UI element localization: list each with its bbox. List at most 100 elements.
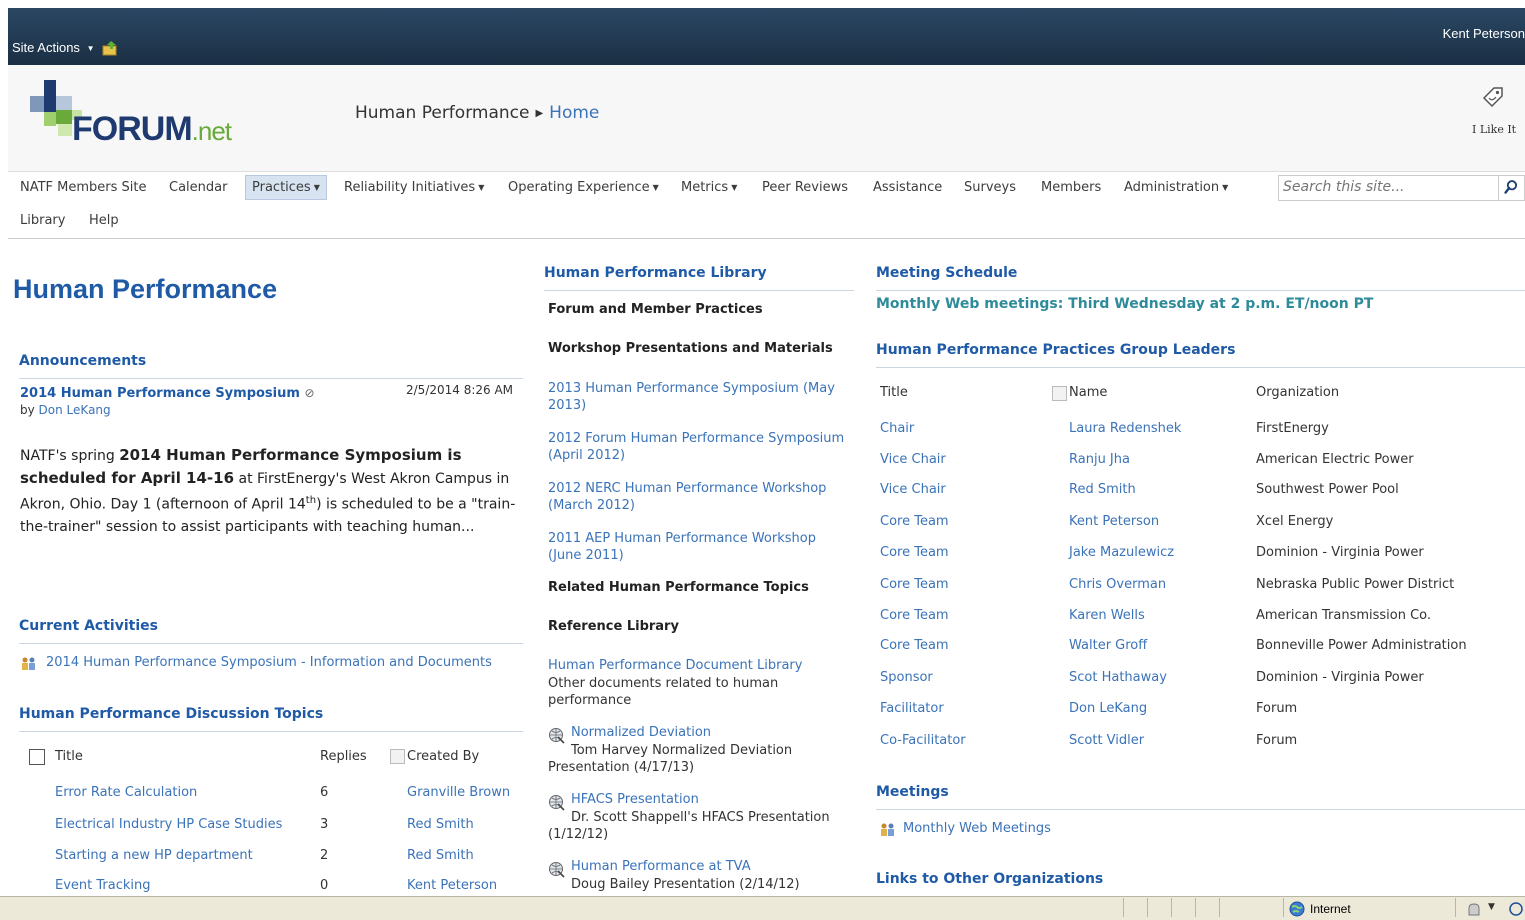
discussion-author[interactable]: Granville Brown: [407, 785, 510, 800]
workshop-link[interactable]: 2012 NERC Human Performance Workshop (Ma…: [548, 480, 848, 514]
workshop-link[interactable]: 2011 AEP Human Performance Workshop (Jun…: [548, 530, 853, 564]
discussion-author[interactable]: Red Smith: [407, 848, 474, 863]
leader-title[interactable]: Co-Facilitator: [880, 733, 966, 748]
nav-item-practices[interactable]: Practices ▼: [245, 175, 327, 200]
announcement-title[interactable]: 2014 Human Performance Symposium ⊘: [20, 386, 315, 401]
protected-mode-icon[interactable]: [1466, 902, 1482, 917]
announcement-author-link[interactable]: Don LeKang: [39, 403, 111, 417]
library-heading[interactable]: Human Performance Library: [544, 265, 767, 281]
links-other-orgs-heading[interactable]: Links to Other Organizations: [876, 871, 1103, 887]
logo-suffix: .net: [191, 116, 232, 146]
column-checkbox[interactable]: [390, 749, 405, 764]
announcement-title-link[interactable]: 2014 Human Performance Symposium: [20, 386, 300, 401]
section-reference-library[interactable]: Reference Library: [548, 619, 679, 634]
zoom-icon[interactable]: [1502, 900, 1525, 918]
nav-item-members[interactable]: Members: [1041, 180, 1101, 195]
column-header-organization[interactable]: Organization: [1256, 385, 1339, 400]
reference-description: Doug Bailey Presentation (2/14/12): [571, 877, 800, 892]
current-activities-heading[interactable]: Current Activities: [19, 618, 158, 634]
search-input[interactable]: [1279, 176, 1497, 198]
column-header-created-by[interactable]: Created By: [407, 749, 479, 764]
workshop-link[interactable]: 2013 Human Performance Symposium (May 20…: [548, 380, 848, 414]
leader-name[interactable]: Scot Hathaway: [1069, 670, 1167, 685]
tag-icon[interactable]: [1480, 84, 1506, 110]
nav-item-administration[interactable]: Administration ▼: [1124, 180, 1228, 195]
leader-name[interactable]: Ranju Jha: [1069, 452, 1130, 467]
document-library-description: Other documents related to human perform…: [548, 676, 779, 708]
navigate-up-icon[interactable]: [102, 40, 120, 56]
leader-title[interactable]: Sponsor: [880, 670, 933, 685]
section-related-topics[interactable]: Related Human Performance Topics: [548, 580, 809, 595]
leader-name[interactable]: Chris Overman: [1069, 577, 1166, 592]
nav-item-natf-members-site[interactable]: NATF Members Site: [20, 180, 147, 195]
meeting-schedule-heading[interactable]: Meeting Schedule: [876, 265, 1017, 281]
leader-name[interactable]: Scott Vidler: [1069, 733, 1144, 748]
status-divider: [1147, 898, 1148, 917]
leader-title[interactable]: Core Team: [880, 545, 949, 560]
group-leaders-heading[interactable]: Human Performance Practices Group Leader…: [876, 342, 1235, 358]
logo-main: FORUM: [72, 110, 193, 148]
divider: [19, 731, 523, 732]
current-activity-link[interactable]: 2014 Human Performance Symposium - Infor…: [46, 655, 492, 670]
nav-item-reliability-initiatives[interactable]: Reliability Initiatives ▼: [344, 180, 484, 195]
breadcrumb-site[interactable]: Human Performance: [355, 103, 529, 123]
nav-item-library[interactable]: Library: [20, 213, 65, 228]
discussion-title[interactable]: Starting a new HP department: [55, 848, 253, 863]
reference-link[interactable]: Human Performance at TVA: [571, 859, 751, 874]
column-header-title[interactable]: Title: [55, 749, 83, 764]
nav-item-assistance[interactable]: Assistance: [873, 180, 942, 195]
announcement-author-line: by Don LeKang: [20, 403, 111, 417]
leader-title[interactable]: Vice Chair: [880, 452, 946, 467]
forum-logo-text[interactable]: FORUM.net: [72, 110, 232, 149]
section-forum-member-practices[interactable]: Forum and Member Practices: [548, 302, 763, 317]
leader-title[interactable]: Facilitator: [880, 701, 944, 716]
discussion-title[interactable]: Event Tracking: [55, 878, 151, 893]
leader-name[interactable]: Don LeKang: [1069, 701, 1147, 716]
security-zone-label: Internet: [1310, 902, 1351, 916]
meetings-heading[interactable]: Meetings: [876, 784, 949, 800]
leader-name[interactable]: Red Smith: [1069, 482, 1136, 497]
nav-item-calendar[interactable]: Calendar: [169, 180, 227, 195]
nav-item-help[interactable]: Help: [89, 213, 119, 228]
search-icon[interactable]: [1498, 175, 1525, 201]
monthly-web-meetings-link[interactable]: Monthly Web Meetings: [903, 821, 1051, 836]
i-like-it-button[interactable]: I Like It: [1472, 123, 1516, 136]
nav-item-metrics[interactable]: Metrics ▼: [681, 180, 737, 195]
user-menu[interactable]: Kent Peterson: [1443, 26, 1525, 41]
leader-title[interactable]: Vice Chair: [880, 482, 946, 497]
discussion-author[interactable]: Kent Peterson: [407, 878, 497, 893]
chevron-down-icon[interactable]: ▼: [1488, 902, 1495, 912]
leader-title[interactable]: Core Team: [880, 577, 949, 592]
leader-organization: Forum: [1256, 701, 1298, 716]
reference-link[interactable]: HFACS Presentation: [571, 792, 699, 807]
document-library-link[interactable]: Human Performance Document Library: [548, 658, 802, 673]
discussion-author[interactable]: Red Smith: [407, 817, 474, 832]
leader-title[interactable]: Core Team: [880, 608, 949, 623]
site-actions-menu[interactable]: Site Actions ▼: [12, 40, 94, 55]
workshop-link[interactable]: 2012 Forum Human Performance Symposium (…: [548, 430, 848, 464]
column-checkbox[interactable]: [1052, 386, 1067, 401]
leader-organization: Forum: [1256, 733, 1298, 748]
column-header-title[interactable]: Title: [880, 385, 908, 400]
column-header-name[interactable]: Name: [1069, 385, 1107, 400]
discussion-title[interactable]: Electrical Industry HP Case Studies: [55, 817, 282, 832]
nav-item-operating-experience[interactable]: Operating Experience ▼: [508, 180, 659, 195]
leader-name[interactable]: Walter Groff: [1069, 638, 1147, 653]
announcements-heading[interactable]: Announcements: [19, 353, 146, 369]
leader-title[interactable]: Chair: [880, 421, 914, 436]
status-divider: [1171, 898, 1172, 917]
reference-link[interactable]: Normalized Deviation: [571, 725, 711, 740]
leader-title[interactable]: Core Team: [880, 638, 949, 653]
select-all-checkbox[interactable]: [29, 749, 45, 765]
leader-title[interactable]: Core Team: [880, 514, 949, 529]
nav-item-peer-reviews[interactable]: Peer Reviews: [762, 180, 848, 195]
column-header-replies[interactable]: Replies: [320, 749, 367, 764]
section-workshop-presentations[interactable]: Workshop Presentations and Materials: [548, 341, 833, 356]
leader-name[interactable]: Jake Mazulewicz: [1069, 545, 1174, 560]
discussion-topics-heading[interactable]: Human Performance Discussion Topics: [19, 706, 323, 722]
leader-name[interactable]: Karen Wells: [1069, 608, 1145, 623]
leader-name[interactable]: Laura Redenshek: [1069, 421, 1181, 436]
nav-item-surveys[interactable]: Surveys: [964, 180, 1016, 195]
discussion-title[interactable]: Error Rate Calculation: [55, 785, 197, 800]
leader-name[interactable]: Kent Peterson: [1069, 514, 1159, 529]
